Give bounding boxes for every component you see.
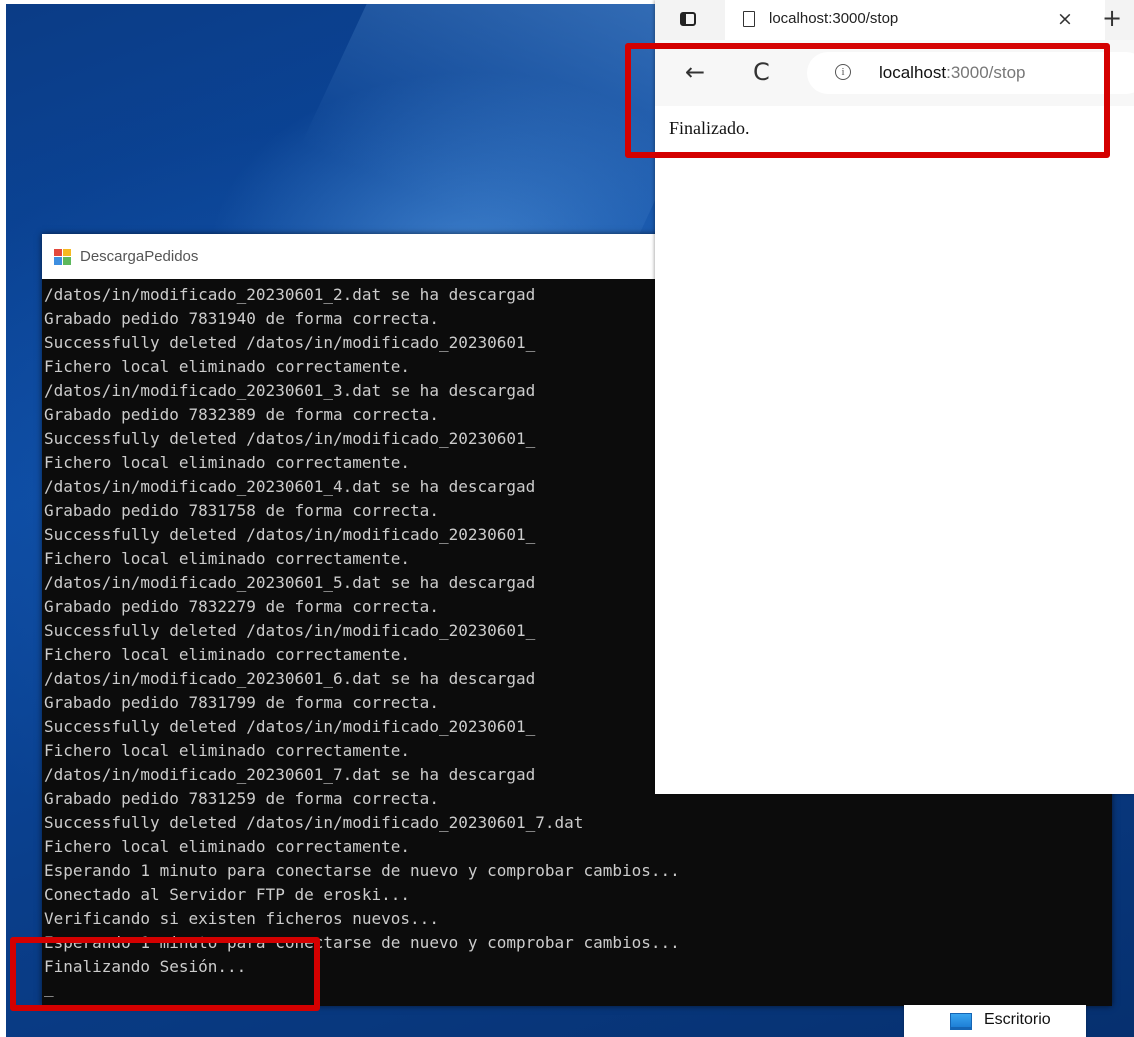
highlight-box-console xyxy=(10,937,320,1011)
page-content: Finalizado. xyxy=(655,106,1134,794)
tab-title: localhost:3000/stop xyxy=(769,10,899,27)
console-title: DescargaPedidos xyxy=(80,248,199,265)
console-line: Fichero local eliminado correctamente. xyxy=(44,837,411,856)
desktop-icon xyxy=(950,1013,972,1030)
console-line: Successfully deleted /datos/in/modificad… xyxy=(44,813,584,832)
console-line: Conectado al Servidor FTP de eroski... xyxy=(44,885,411,904)
close-icon[interactable]: × xyxy=(1057,8,1073,30)
console-line: Esperando 1 minuto para conectarse de nu… xyxy=(44,861,680,880)
taskbar-label: Escritorio xyxy=(984,1011,1051,1028)
tab-strip: localhost:3000/stop × + xyxy=(655,0,1134,40)
new-tab-icon[interactable]: + xyxy=(1102,4,1122,32)
tab-localhost-stop[interactable]: localhost:3000/stop × xyxy=(725,0,1105,40)
console-line: Verificando si existen ficheros nuevos..… xyxy=(44,909,439,928)
page-icon xyxy=(743,11,755,27)
app-icon xyxy=(54,248,72,265)
taskbar-item-escritorio[interactable]: Escritorio xyxy=(904,1005,1086,1037)
highlight-box-browser xyxy=(625,43,1110,158)
tab-actions-icon[interactable] xyxy=(680,12,696,26)
